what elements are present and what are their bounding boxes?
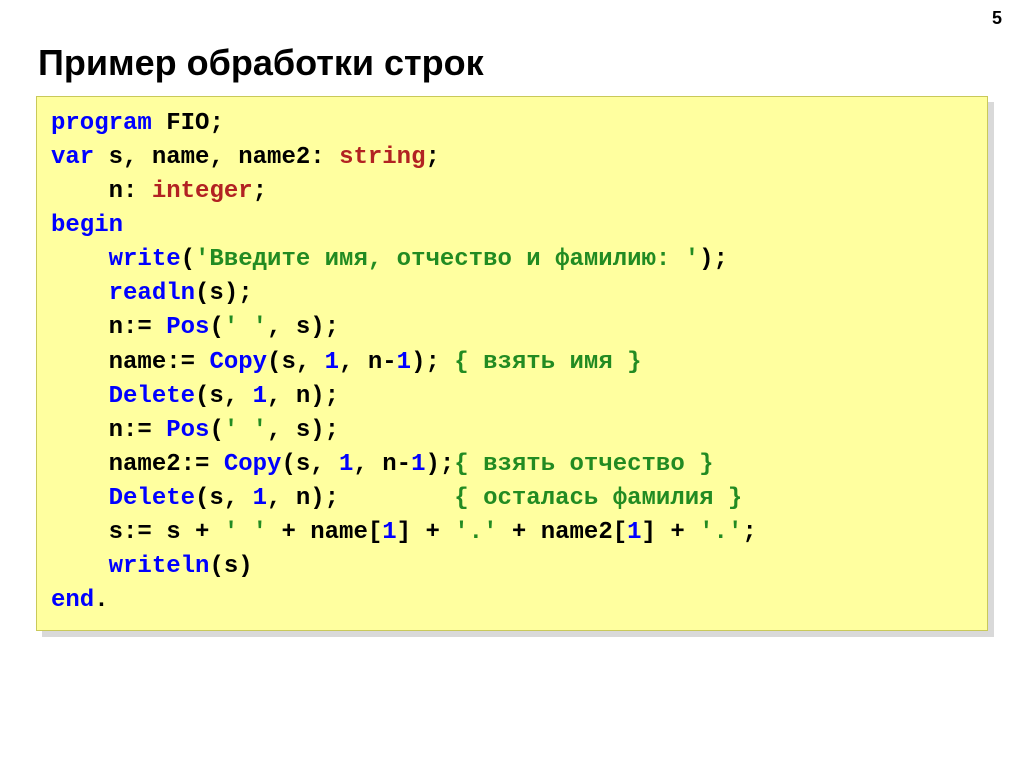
str-prompt: 'Введите имя, отчество и фамилию: ' [195,246,699,273]
comment: { осталась фамилия } [454,485,742,512]
type-integer: integer [152,178,253,205]
code-block: program FIO; var s, name, name2: string;… [36,96,988,631]
fn-writeln: writeln [109,553,210,580]
kw-begin: begin [51,212,123,239]
kw-program: program [51,110,152,137]
fn-readln: readln [109,280,195,307]
kw-var: var [51,144,94,171]
fn-pos: Pos [166,417,209,444]
code-box: program FIO; var s, name, name2: string;… [36,96,988,631]
fn-pos: Pos [166,314,209,341]
page-number: 5 [992,8,1002,29]
id-fio: FIO [166,110,209,137]
fn-write: write [109,246,181,273]
fn-copy: Copy [224,451,282,478]
kw-end: end [51,587,94,614]
type-string: string [339,144,425,171]
fn-delete: Delete [109,485,195,512]
comment: { взять отчество } [454,451,713,478]
page-title: Пример обработки строк [38,42,484,84]
fn-delete: Delete [109,383,195,410]
fn-copy: Copy [209,349,267,376]
comment: { взять имя } [454,349,641,376]
